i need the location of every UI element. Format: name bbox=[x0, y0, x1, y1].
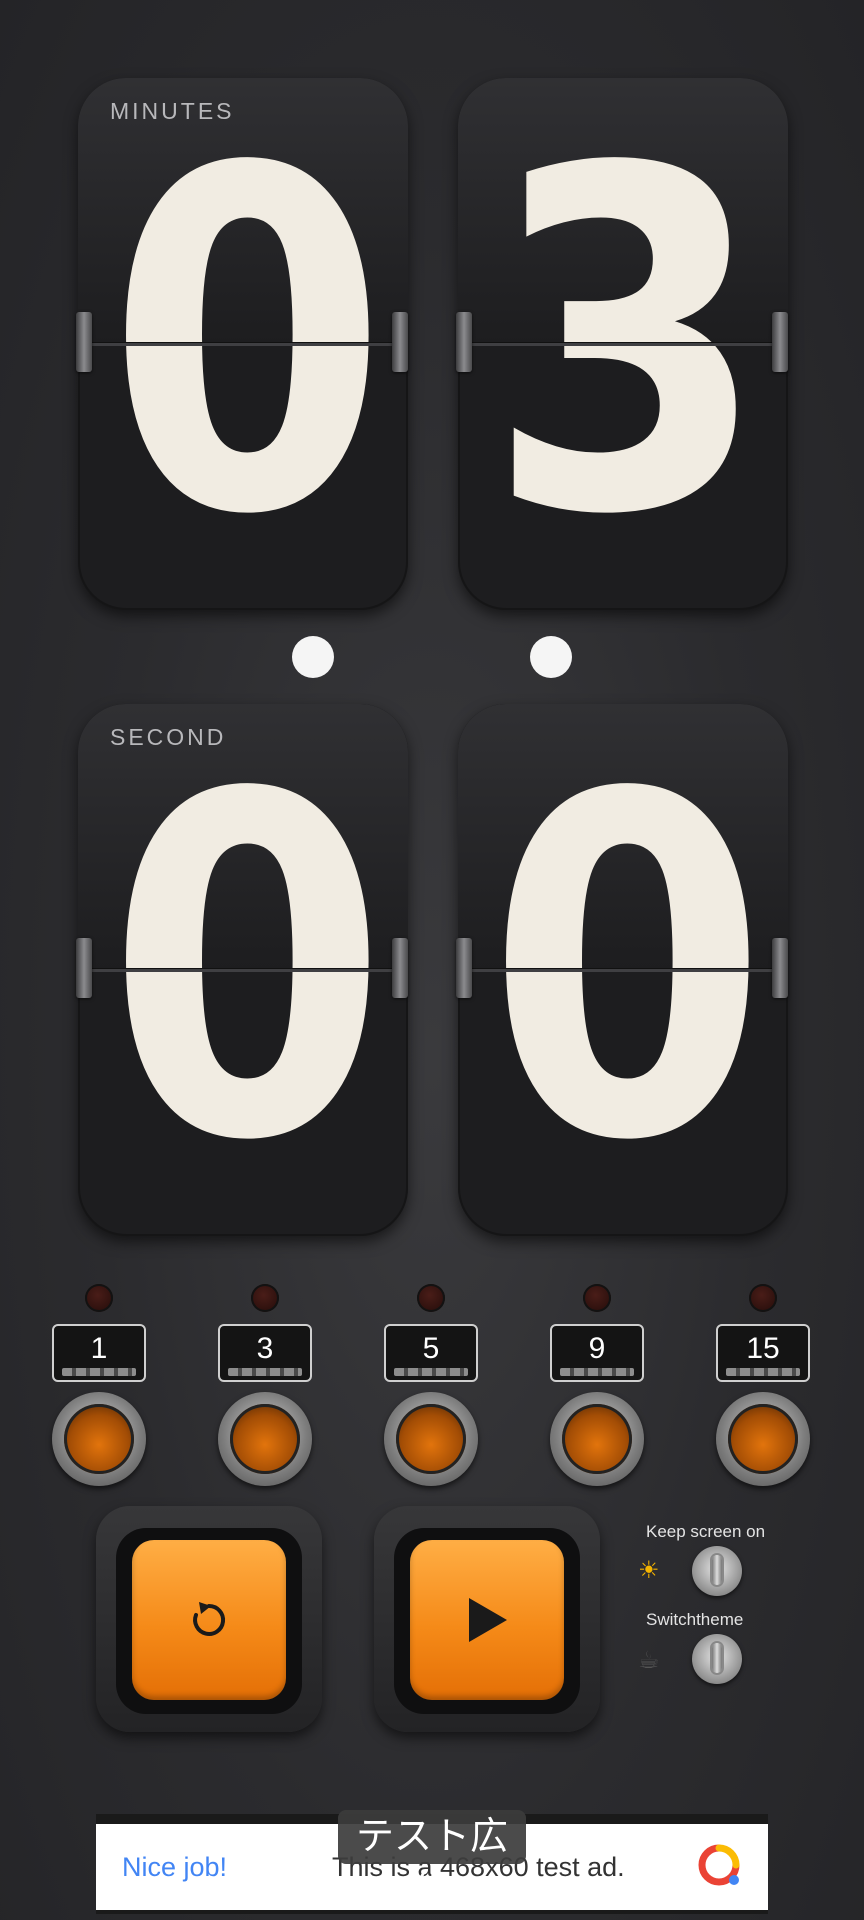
hinge bbox=[456, 312, 472, 372]
preset-display: 1 bbox=[52, 1324, 146, 1382]
play-button[interactable] bbox=[410, 1540, 564, 1700]
coffee-icon: ☕ bbox=[638, 1647, 660, 1674]
preset-display: 3 bbox=[218, 1324, 312, 1382]
preset-knob-button[interactable] bbox=[550, 1392, 644, 1486]
ad-logo-icon bbox=[698, 1844, 740, 1886]
preset-value: 1 bbox=[90, 1332, 108, 1365]
colon-dot-right bbox=[530, 636, 572, 678]
preset-9[interactable]: 9 bbox=[550, 1284, 644, 1486]
ad-cta-text[interactable]: Nice job! bbox=[122, 1852, 227, 1883]
play-icon bbox=[469, 1598, 507, 1642]
preset-display: 5 bbox=[384, 1324, 478, 1382]
hinge bbox=[772, 938, 788, 998]
indicator-led bbox=[251, 1284, 279, 1312]
seconds-label: SECOND bbox=[110, 724, 227, 750]
keep-screen-label: Keep screen on bbox=[646, 1522, 766, 1541]
preset-display: 9 bbox=[550, 1324, 644, 1382]
play-button-housing bbox=[374, 1506, 600, 1732]
hinge bbox=[772, 312, 788, 372]
reset-button[interactable] bbox=[132, 1540, 286, 1700]
reset-icon bbox=[193, 1602, 226, 1636]
hinge bbox=[456, 938, 472, 998]
preset-1[interactable]: 1 bbox=[52, 1284, 146, 1486]
minute-tens-card: 0 MINUTES bbox=[78, 78, 408, 610]
preset-knob-button[interactable] bbox=[218, 1392, 312, 1486]
keep-screen-toggle[interactable] bbox=[692, 1546, 742, 1596]
sun-icon: ☀ bbox=[638, 1557, 660, 1584]
preset-knob-button[interactable] bbox=[716, 1392, 810, 1486]
preset-value: 3 bbox=[256, 1332, 274, 1365]
hinge bbox=[392, 938, 408, 998]
preset-3[interactable]: 3 bbox=[218, 1284, 312, 1486]
reset-button-housing bbox=[96, 1506, 322, 1732]
preset-value: 5 bbox=[422, 1332, 440, 1365]
preset-15[interactable]: 15 bbox=[716, 1284, 810, 1486]
hinge bbox=[76, 312, 92, 372]
preset-value: 9 bbox=[588, 1332, 606, 1365]
preset-knob-button[interactable] bbox=[384, 1392, 478, 1486]
switch-theme-toggle[interactable] bbox=[692, 1634, 742, 1684]
switch-theme-label: Switchtheme bbox=[646, 1610, 744, 1629]
indicator-led bbox=[583, 1284, 611, 1312]
indicator-led bbox=[749, 1284, 777, 1312]
colon-dot-left bbox=[292, 636, 334, 678]
preset-knob-button[interactable] bbox=[52, 1392, 146, 1486]
minutes-label: MINUTES bbox=[110, 98, 235, 124]
second-ones-card: 0 bbox=[458, 704, 788, 1236]
ad-test-tag: テスト広告 bbox=[338, 1810, 526, 1912]
hinge bbox=[392, 312, 408, 372]
second-tens-card: 0 SECOND bbox=[78, 704, 408, 1236]
hinge bbox=[76, 938, 92, 998]
preset-value: 15 bbox=[746, 1332, 780, 1365]
preset-display: 15 bbox=[716, 1324, 810, 1382]
minute-ones-card: 3 bbox=[458, 78, 788, 610]
preset-5[interactable]: 5 bbox=[384, 1284, 478, 1486]
indicator-led bbox=[85, 1284, 113, 1312]
indicator-led bbox=[417, 1284, 445, 1312]
